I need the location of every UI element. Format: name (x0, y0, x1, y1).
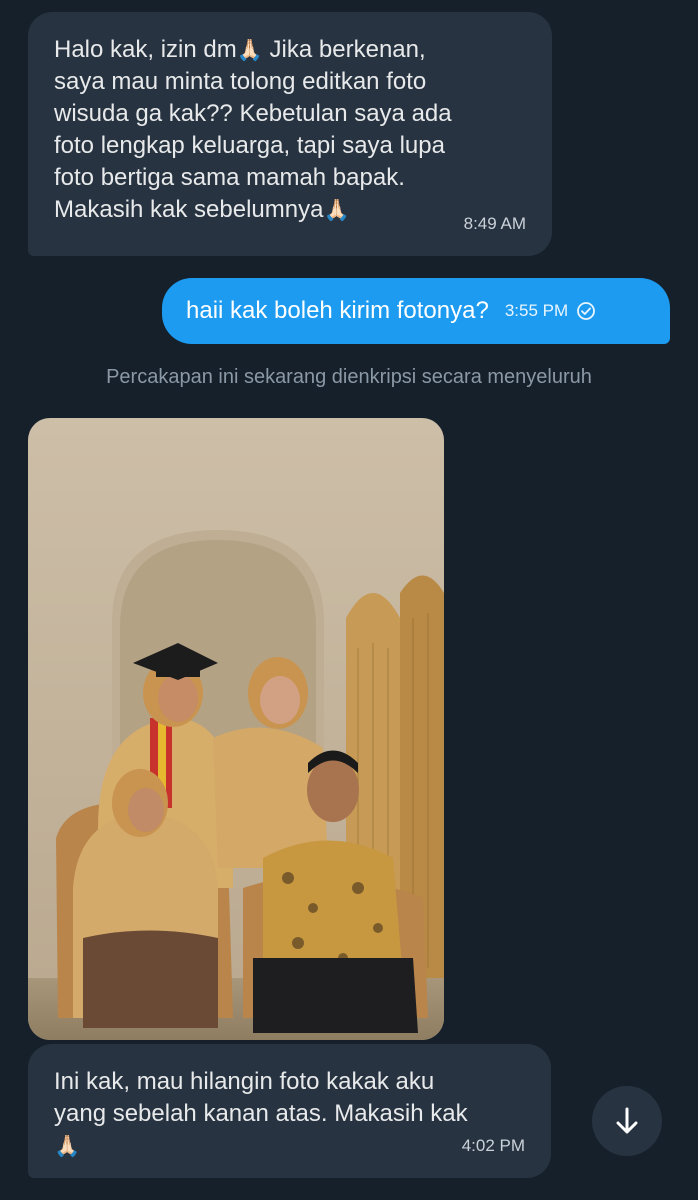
praying-hands-emoji: 🙏🏻 (323, 198, 350, 222)
message-text: Ini kak, mau hilangin foto kakak aku yang… (54, 1068, 468, 1158)
encryption-notice: Percakapan ini sekarang dienkripsi secar… (106, 366, 592, 388)
scroll-to-bottom-button[interactable] (592, 1086, 662, 1156)
outgoing-message[interactable]: haii kak boleh kirim fotonya? 3:55 PM (162, 278, 670, 344)
incoming-message-1[interactable]: Halo kak, izin dm🙏🏻 Jika berkenan, saya m… (28, 12, 552, 256)
incoming-message-2[interactable]: Ini kak, mau hilangin foto kakak aku yang… (28, 1044, 551, 1178)
family-graduation-photo[interactable] (28, 418, 444, 1040)
arrow-down-icon (611, 1105, 643, 1137)
message-time: 4:02 PM (461, 1136, 525, 1155)
praying-hands-emoji: 🙏🏻 (236, 38, 263, 62)
sent-check-circle-icon (576, 301, 596, 321)
message-time: 3:55 PM (504, 301, 569, 320)
praying-hands-emoji: 🙏🏻 (54, 1134, 81, 1158)
message-time: 8:49 AM (463, 214, 526, 233)
message-text: Halo kak, izin dm🙏🏻 Jika berkenan, saya m… (54, 36, 452, 223)
message-text: haii kak boleh kirim fotonya? (186, 297, 489, 324)
